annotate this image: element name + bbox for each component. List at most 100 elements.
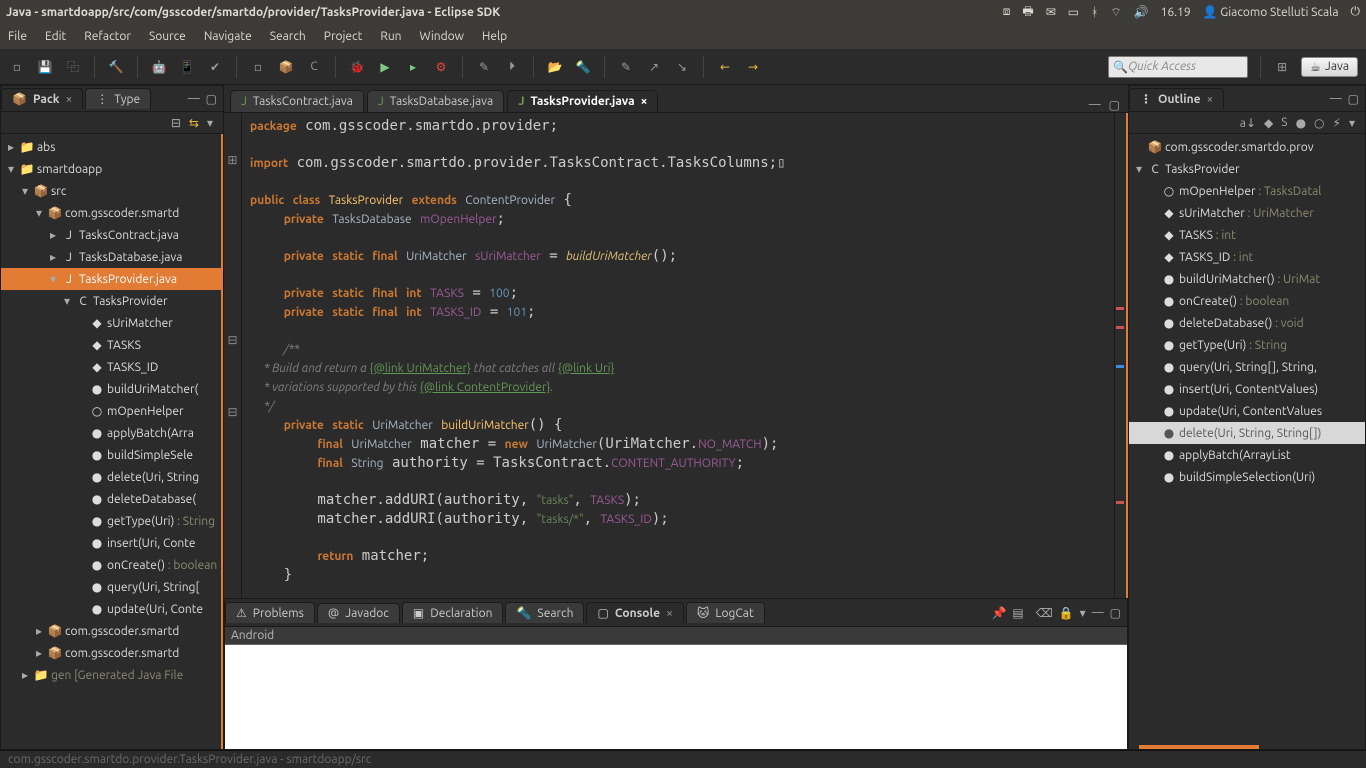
battery-icon[interactable]: ▭ [1068, 5, 1079, 19]
hide-local-icon[interactable]: ○ [1314, 116, 1324, 130]
tab-search[interactable]: 🔦 Search [505, 602, 584, 623]
console-body[interactable] [225, 645, 1127, 749]
saveall-icon[interactable]: ⿻ [64, 58, 82, 76]
open-console-icon[interactable]: ▾ [1080, 606, 1086, 620]
minimize-icon[interactable]: — [188, 92, 200, 106]
sort-icon[interactable]: a↓ [1240, 116, 1256, 130]
print-icon[interactable]: 🖶 [1022, 2, 1033, 23]
tree-row[interactable]: ▸📁abs [1, 136, 221, 158]
close-icon[interactable]: × [641, 95, 648, 108]
minimize-icon[interactable]: — [1089, 98, 1101, 112]
tree-row[interactable]: ●deleteDatabase( [1, 488, 221, 510]
tree-row[interactable]: ●buildSimpleSele [1, 444, 221, 466]
tree-row[interactable]: ●insert(Uri, Conte [1, 532, 221, 554]
open-perspective-icon[interactable]: ⊞ [1273, 58, 1291, 76]
mail-icon[interactable]: ✉ [1046, 5, 1056, 19]
tab-problems[interactable]: ⚠ Problems [225, 602, 315, 623]
tab-outline[interactable]: ⋮ Outline × [1129, 88, 1224, 109]
tree-row[interactable]: ▾CTasksProvider [1, 290, 221, 312]
perspective-java[interactable]: ☕ Java [1301, 57, 1358, 77]
hide-static-icon[interactable]: S [1281, 116, 1287, 129]
power-icon[interactable]: ⏻ [1351, 5, 1361, 19]
outline-tree[interactable]: 📦com.gsscoder.smartdo.prov▾CTasksProvide… [1129, 134, 1365, 741]
hide-fields-icon[interactable]: ◆ [1264, 116, 1273, 130]
new-package-icon[interactable]: 📦 [277, 58, 295, 76]
toggle-mark-icon[interactable]: ✎ [617, 58, 635, 76]
open-type-icon[interactable]: 📂 [546, 58, 564, 76]
outline-row[interactable]: ◆TASKS_ID : int [1129, 246, 1365, 268]
search-icon[interactable]: 🔦 [574, 58, 592, 76]
junit-icon[interactable]: ⏵ [503, 58, 521, 76]
clear-console-icon[interactable]: ⌫ [1036, 606, 1053, 620]
menu-refactor[interactable]: Refactor [84, 30, 131, 43]
maximize-icon[interactable]: ▢ [206, 92, 217, 106]
link-editor-icon[interactable]: ⇆ [189, 116, 199, 130]
outline-row[interactable]: ▾CTasksProvider [1129, 158, 1365, 180]
outline-row[interactable]: ●applyBatch(ArrayList [1129, 444, 1365, 466]
forward-icon[interactable]: → [744, 58, 762, 76]
tree-row[interactable]: ▸JTasksDatabase.java [1, 246, 221, 268]
fold-icon[interactable]: ⊞ [224, 153, 241, 171]
menu-search[interactable]: Search [270, 30, 306, 43]
tree-row[interactable]: ◆TASKS_ID [1, 356, 221, 378]
android-sdk-icon[interactable]: 🤖 [150, 58, 168, 76]
tree-row[interactable]: ●query(Uri, String[ [1, 576, 221, 598]
tree-row[interactable]: ▸JTasksContract.java [1, 224, 221, 246]
tree-row[interactable]: ◆sUriMatcher [1, 312, 221, 334]
close-icon[interactable]: × [1207, 93, 1214, 106]
tree-row[interactable]: ▾📦src [1, 180, 221, 202]
code-area[interactable]: package com.gsscoder.smartdo.provider; i… [242, 113, 1114, 598]
tab-package[interactable]: 📦 Pack × [1, 88, 83, 109]
maximize-icon[interactable]: ▢ [1109, 98, 1120, 112]
new-test-icon[interactable]: ✎ [475, 58, 493, 76]
tree-row[interactable]: ▸📦com.gsscoder.smartd [1, 642, 221, 664]
build-icon[interactable]: 🔨 [107, 58, 125, 76]
tab-logcat[interactable]: 🐱 LogCat [686, 602, 765, 623]
maximize-icon[interactable]: ▢ [1348, 92, 1359, 106]
save-icon[interactable]: 💾 [36, 58, 54, 76]
menu-source[interactable]: Source [149, 30, 186, 43]
outline-row[interactable]: ●insert(Uri, ContentValues) [1129, 378, 1365, 400]
menu-window[interactable]: Window [420, 30, 464, 43]
collapse-all-icon[interactable]: ⊟ [171, 116, 181, 130]
outline-row[interactable]: ●deleteDatabase() : void [1129, 312, 1365, 334]
tab-declaration[interactable]: ▣ Declaration [402, 602, 504, 623]
run-icon[interactable]: ▶ [376, 58, 394, 76]
editor-tab-contract[interactable]: J TasksContract.java [230, 90, 364, 112]
lint-icon[interactable]: ✔ [206, 58, 224, 76]
package-tree[interactable]: ▸📁abs▾📁smartdoapp▾📦src▾📦com.gsscoder.sma… [1, 134, 223, 749]
quick-access-input[interactable]: 🔍 Quick Access [1108, 56, 1248, 78]
tab-javadoc[interactable]: @ Javadoc [317, 603, 400, 623]
editor-gutter[interactable]: ⊞ ⊟ ⊟ [224, 113, 242, 598]
view-menu-icon[interactable]: ▾ [1349, 116, 1355, 130]
tree-row[interactable]: ▸📁gen [Generated Java File [1, 664, 221, 686]
user-menu[interactable]: 👤 Giacomo Stelluti Scala [1203, 5, 1339, 19]
new-project-icon[interactable]: ▫ [249, 58, 267, 76]
outline-row[interactable]: ●delete(Uri, String, String[]) [1129, 422, 1365, 444]
pin-console-icon[interactable]: 📌 [991, 606, 1006, 620]
tree-row[interactable]: ●delete(Uri, String [1, 466, 221, 488]
close-icon[interactable]: × [666, 607, 673, 620]
bluetooth-icon[interactable]: ᚼ [1091, 6, 1098, 19]
new-icon[interactable]: ▫ [8, 58, 26, 76]
menu-run[interactable]: Run [380, 30, 401, 43]
prev-ann-icon[interactable]: ↘ [673, 58, 691, 76]
outline-row[interactable]: ●getType(Uri) : String [1129, 334, 1365, 356]
tree-row[interactable]: ●buildUriMatcher( [1, 378, 221, 400]
outline-row[interactable]: ●buildUriMatcher() : UriMat [1129, 268, 1365, 290]
tree-row[interactable]: ▾JTasksProvider.java [1, 268, 221, 290]
tree-row[interactable]: ▾📁smartdoapp [1, 158, 221, 180]
maximize-icon[interactable]: ▢ [1110, 606, 1121, 620]
outline-row[interactable]: 📦com.gsscoder.smartdo.prov [1129, 136, 1365, 158]
next-ann-icon[interactable]: ↗ [645, 58, 663, 76]
fold-icon[interactable]: ⊟ [224, 333, 241, 351]
ext-tools-icon[interactable]: ⚙ [432, 58, 450, 76]
tree-row[interactable]: ●getType(Uri) : String [1, 510, 221, 532]
menu-edit[interactable]: Edit [45, 30, 66, 43]
tree-row[interactable]: ●applyBatch(Arra [1, 422, 221, 444]
debug-icon[interactable]: 🐞 [348, 58, 366, 76]
tree-row[interactable]: ▸📦com.gsscoder.smartd [1, 620, 221, 642]
tree-row[interactable]: ●update(Uri, Conte [1, 598, 221, 620]
outline-row[interactable]: ●buildSimpleSelection(Uri) [1129, 466, 1365, 488]
outline-row[interactable]: ●update(Uri, ContentValues [1129, 400, 1365, 422]
